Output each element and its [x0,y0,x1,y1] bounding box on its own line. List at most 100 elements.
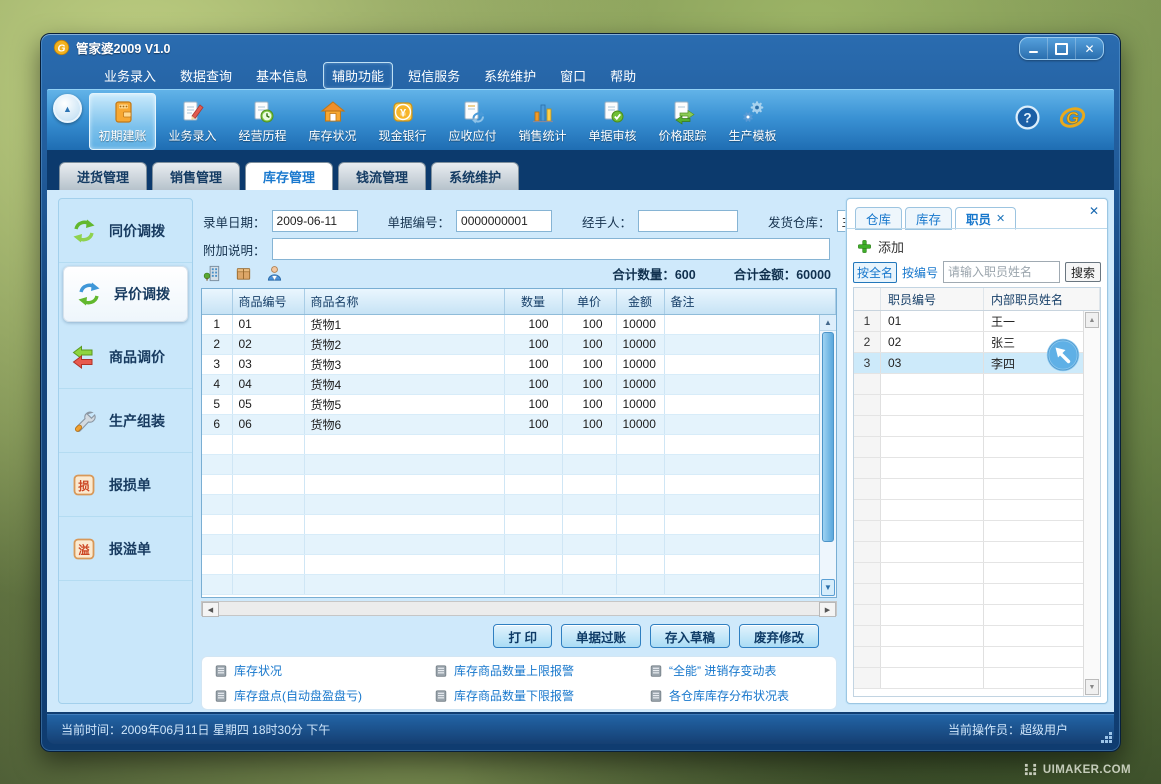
filter-by-name[interactable]: 按全名 [853,262,897,283]
scroll-down-icon[interactable]: ▼ [1085,679,1099,695]
search-input[interactable] [943,261,1060,283]
collapse-toolbar-button[interactable]: ▲ [53,94,82,123]
table-row[interactable] [854,479,1100,500]
scroll-right-icon[interactable]: ▶ [819,602,836,617]
module-tab[interactable]: 销售管理 [152,162,240,190]
help-icon[interactable]: ? [1014,104,1041,131]
sidebar-item[interactable]: 异价调拨 [63,266,188,322]
close-button[interactable]: ✕ [1075,38,1103,59]
table-row[interactable]: 505货物510010010000 [202,394,836,414]
doc-no-input[interactable] [456,210,552,232]
table-row[interactable] [854,647,1100,668]
action-button[interactable]: 单据过账 [561,624,641,648]
toolbar-button[interactable]: 初期建账 [89,93,156,150]
report-link[interactable]: 库存状况 [214,662,434,679]
toolbar-button[interactable]: 生产模板 [719,93,786,150]
panel-close-icon[interactable]: ✕ [1089,204,1099,218]
report-link[interactable]: “全能” 进销存变动表 [649,662,836,679]
table-row[interactable] [202,474,836,494]
table-row[interactable]: 303货物310010010000 [202,354,836,374]
table-row[interactable] [854,458,1100,479]
sidebar-item[interactable]: 商品调价 [59,325,192,389]
lookup-tab[interactable]: 仓库 ✕ [855,207,902,230]
table-row[interactable] [854,416,1100,437]
module-tab[interactable]: 系统维护 [431,162,519,190]
menu-item[interactable]: 窗口 [551,62,595,89]
table-row[interactable] [202,574,836,594]
lookup-tab[interactable]: 职员 ✕ [955,207,1016,230]
toolbar-button[interactable]: 业务录入 [159,93,226,150]
lookup-tab[interactable]: 库存 ✕ [905,207,952,230]
table-row[interactable] [202,454,836,474]
vertical-scrollbar[interactable]: ▲ ▼ [819,315,836,597]
scroll-up-icon[interactable]: ▲ [820,315,836,331]
resize-grip-icon[interactable] [1101,732,1104,735]
staff-scrollbar[interactable]: ▲ ▼ [1083,311,1100,696]
sidebar-item[interactable]: 损 报损单 [59,453,192,517]
menu-item[interactable]: 业务录入 [95,62,165,89]
report-link[interactable]: 库存商品数量上限报警 [434,662,649,679]
report-link[interactable]: 库存盘点(自动盘盈盘亏) [214,687,434,704]
menu-item[interactable]: 基本信息 [247,62,317,89]
menu-item[interactable]: 辅助功能 [323,62,393,89]
table-row[interactable] [854,563,1100,584]
minimize-button[interactable] [1020,38,1047,59]
table-row[interactable] [854,605,1100,626]
toolbar-button[interactable]: 经营历程 [229,93,296,150]
date-input[interactable] [272,210,358,232]
tab-close-icon[interactable]: ✕ [996,212,1005,225]
report-link[interactable]: 各仓库库存分布状况表 [649,687,836,704]
menu-item[interactable]: 短信服务 [399,62,469,89]
table-row[interactable] [854,584,1100,605]
report-link[interactable]: 库存商品数量下限报警 [434,687,649,704]
table-row[interactable]: 606货物610010010000 [202,414,836,434]
building-icon[interactable] [203,264,222,283]
toolbar-button[interactable]: 库存状况 [299,93,366,150]
module-tab[interactable]: 钱流管理 [338,162,426,190]
table-row[interactable] [854,626,1100,647]
horizontal-scrollbar[interactable]: ◀ ▶ [201,601,837,616]
menu-item[interactable]: 帮助 [601,62,645,89]
table-row[interactable] [854,500,1100,521]
table-row[interactable]: 101货物110010010000 [202,314,836,334]
table-row[interactable] [854,668,1100,689]
scrollbar-thumb[interactable] [822,332,834,542]
search-button[interactable]: 搜索 [1065,262,1101,282]
module-tab[interactable]: 进货管理 [59,162,147,190]
add-button[interactable]: 添加 [857,237,904,256]
module-tab[interactable]: 库存管理 [245,162,333,190]
action-button[interactable]: 打 印 [493,624,551,648]
table-row[interactable] [854,542,1100,563]
table-row[interactable] [202,494,836,514]
sidebar-item[interactable]: 同价调拨 [59,199,192,263]
maximize-button[interactable] [1047,38,1075,59]
handler-input[interactable] [638,210,738,232]
table-row[interactable] [854,374,1100,395]
toolbar-button[interactable]: 价格跟踪 [649,93,716,150]
scroll-left-icon[interactable]: ◀ [202,602,219,617]
table-row[interactable] [854,521,1100,542]
table-row[interactable] [202,534,836,554]
sidebar-item[interactable]: 生产组装 [59,389,192,453]
toolbar-button[interactable]: 应收应付 [439,93,506,150]
table-row[interactable] [854,395,1100,416]
note-input[interactable] [272,238,830,260]
table-row[interactable] [202,514,836,534]
toolbar-button[interactable]: ¥ 现金银行 [369,93,436,150]
toolbar-button[interactable]: 单据审核 [579,93,646,150]
filter-by-code[interactable]: 按编号 [902,264,938,281]
menu-item[interactable]: 系统维护 [475,62,545,89]
scroll-up-icon[interactable]: ▲ [1085,312,1099,328]
parcel-icon[interactable] [234,264,253,283]
table-row[interactable]: 101王一 [854,311,1100,332]
table-row[interactable] [854,437,1100,458]
table-row[interactable] [202,434,836,454]
table-row[interactable]: 404货物410010010000 [202,374,836,394]
toolbar-button[interactable]: 销售统计 [509,93,576,150]
person-icon[interactable] [265,264,284,283]
menu-item[interactable]: 数据查询 [171,62,241,89]
sidebar-item[interactable]: 溢 报溢单 [59,517,192,581]
scroll-down-icon[interactable]: ▼ [821,579,835,596]
action-button[interactable]: 存入草稿 [650,624,730,648]
table-row[interactable] [202,554,836,574]
